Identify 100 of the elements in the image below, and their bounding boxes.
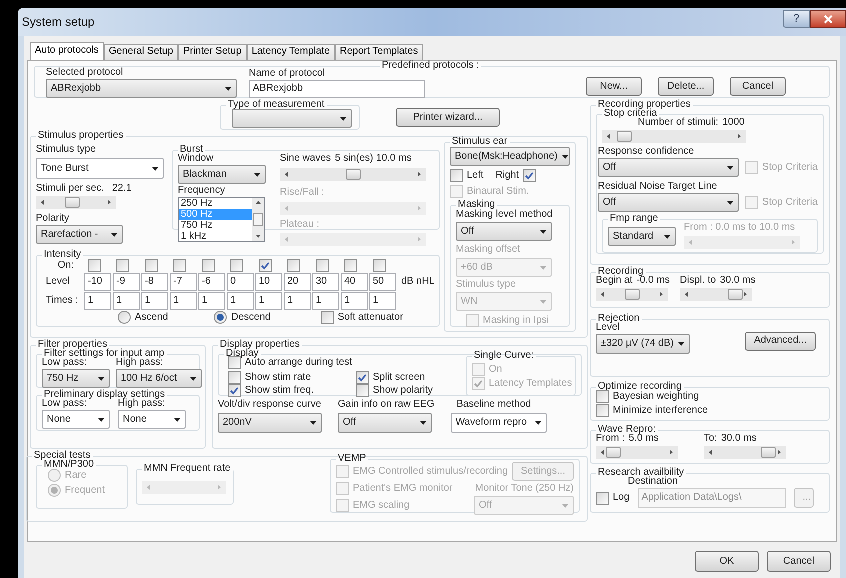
dropdown[interactable]: Off <box>598 158 740 177</box>
checkbox[interactable] <box>287 259 300 272</box>
text-field[interactable]: 1 <box>226 292 254 310</box>
checkbox[interactable] <box>596 404 609 417</box>
dropdown[interactable]: Bone(Msk:Headphone) <box>450 147 570 166</box>
dropdown[interactable]: 750 Hz <box>42 369 110 388</box>
text-field[interactable]: 10 <box>255 273 282 291</box>
checkbox[interactable] <box>202 259 215 272</box>
checkbox[interactable] <box>596 492 609 504</box>
text-field[interactable]: 1 <box>141 292 168 310</box>
tab[interactable]: Report Templates <box>335 44 424 60</box>
slider-thumb[interactable] <box>65 197 80 208</box>
dropdown[interactable]: Waveform repro <box>450 413 547 433</box>
close-button[interactable] <box>810 10 846 28</box>
cancel-button[interactable]: Cancel <box>767 551 831 572</box>
slider[interactable] <box>704 446 786 459</box>
checkbox[interactable] <box>316 259 329 272</box>
checkbox[interactable] <box>116 259 130 272</box>
help-button[interactable]: ? <box>783 10 810 28</box>
text-field[interactable]: 1 <box>170 292 196 310</box>
dropdown[interactable]: 200nV <box>218 413 322 433</box>
slider-thumb[interactable] <box>606 447 622 458</box>
text-field[interactable]: 1 <box>198 292 225 310</box>
ok-button[interactable]: OK <box>695 551 759 572</box>
slider[interactable] <box>602 130 746 143</box>
checkbox[interactable] <box>88 259 101 272</box>
tab[interactable]: General Setup <box>104 44 178 60</box>
scrollbar-thumb[interactable] <box>253 213 263 226</box>
checkbox[interactable] <box>356 384 369 397</box>
text-field[interactable]: -7 <box>170 273 196 291</box>
dropdown[interactable]: ABRexjobb <box>46 79 237 98</box>
text-field[interactable]: -6 <box>198 273 225 291</box>
text-field[interactable]: -10 <box>84 273 111 291</box>
scrollbar[interactable] <box>252 198 264 241</box>
slider-thumb[interactable] <box>624 289 640 300</box>
checkbox[interactable] <box>523 169 536 182</box>
frequency-list[interactable]: 250 Hz 500 Hz 750 Hz 1 kHz <box>178 197 265 242</box>
text-field[interactable]: 1 <box>284 292 310 310</box>
checkbox[interactable] <box>173 259 186 272</box>
checkbox[interactable] <box>228 371 241 384</box>
text-field[interactable]: 50 <box>369 273 396 291</box>
protocol-button[interactable]: Cancel <box>730 77 786 96</box>
checkbox[interactable] <box>258 259 272 272</box>
slider[interactable] <box>36 196 116 209</box>
radio-button[interactable] <box>118 311 131 324</box>
tab[interactable]: Latency Template <box>246 44 336 60</box>
radio-button[interactable] <box>214 311 228 324</box>
checkbox[interactable] <box>596 390 609 403</box>
slider[interactable] <box>280 168 426 181</box>
tab[interactable]: Auto protocols <box>30 42 104 60</box>
text-field[interactable]: 40 <box>340 273 368 291</box>
text-field[interactable]: 1 <box>112 292 140 310</box>
left-arrow-icon <box>601 292 604 297</box>
checkbox-label: Auto arrange during test <box>245 356 352 368</box>
protocol-button[interactable]: New... <box>586 77 642 96</box>
checkbox[interactable] <box>344 259 358 272</box>
slider[interactable] <box>680 288 752 301</box>
checkbox[interactable] <box>228 384 241 397</box>
text-field[interactable]: 20 <box>284 273 310 291</box>
text-field[interactable]: 1 <box>255 292 282 310</box>
slider[interactable] <box>596 446 678 459</box>
slider-thumb[interactable] <box>617 131 632 142</box>
list-option[interactable]: 750 Hz <box>179 220 252 231</box>
dropdown[interactable]: None <box>118 410 186 429</box>
slider-thumb[interactable] <box>728 289 744 300</box>
tab[interactable]: Printer Setup <box>178 44 247 60</box>
checkbox[interactable] <box>450 169 463 182</box>
dropdown[interactable]: None <box>42 410 110 429</box>
checkbox[interactable] <box>320 311 334 324</box>
advanced-button[interactable]: Advanced... <box>745 332 816 350</box>
dropdown[interactable] <box>232 109 352 128</box>
text-field[interactable]: -9 <box>112 273 140 291</box>
slider[interactable] <box>596 288 668 301</box>
list-option[interactable]: 1 kHz <box>179 231 252 242</box>
checkbox[interactable] <box>356 371 369 384</box>
printer-wizard-button[interactable]: Printer wizard... <box>396 108 500 127</box>
checkbox[interactable] <box>230 259 244 272</box>
dropdown[interactable]: Off <box>338 413 432 433</box>
dropdown[interactable]: Off <box>456 222 552 241</box>
text-field[interactable]: 1 <box>84 292 111 310</box>
dropdown[interactable]: ±320 µV (74 dB) <box>596 334 690 354</box>
dropdown[interactable]: Tone Burst <box>36 158 164 179</box>
dropdown[interactable]: Standard <box>608 227 676 246</box>
checkbox[interactable] <box>144 259 158 272</box>
checkbox[interactable] <box>372 259 386 272</box>
text-field[interactable]: 0 <box>226 273 254 291</box>
list-option[interactable]: 250 Hz <box>179 198 252 209</box>
dropdown[interactable]: Rarefaction - <box>36 225 123 244</box>
text-field[interactable]: -8 <box>141 273 168 291</box>
dropdown[interactable]: 100 Hz 6/oct <box>116 369 202 388</box>
slider-thumb[interactable] <box>760 447 776 458</box>
text-field[interactable]: 1 <box>369 292 396 310</box>
slider-thumb[interactable] <box>346 169 360 180</box>
text-field[interactable]: ABRexjobb <box>249 80 425 98</box>
dropdown[interactable]: Off <box>598 193 740 212</box>
text-field[interactable]: 1 <box>312 292 339 310</box>
text-field[interactable]: 1 <box>340 292 368 310</box>
dropdown[interactable]: Blackman <box>178 165 266 184</box>
protocol-button[interactable]: Delete... <box>658 77 714 96</box>
text-field[interactable]: 30 <box>312 273 339 291</box>
